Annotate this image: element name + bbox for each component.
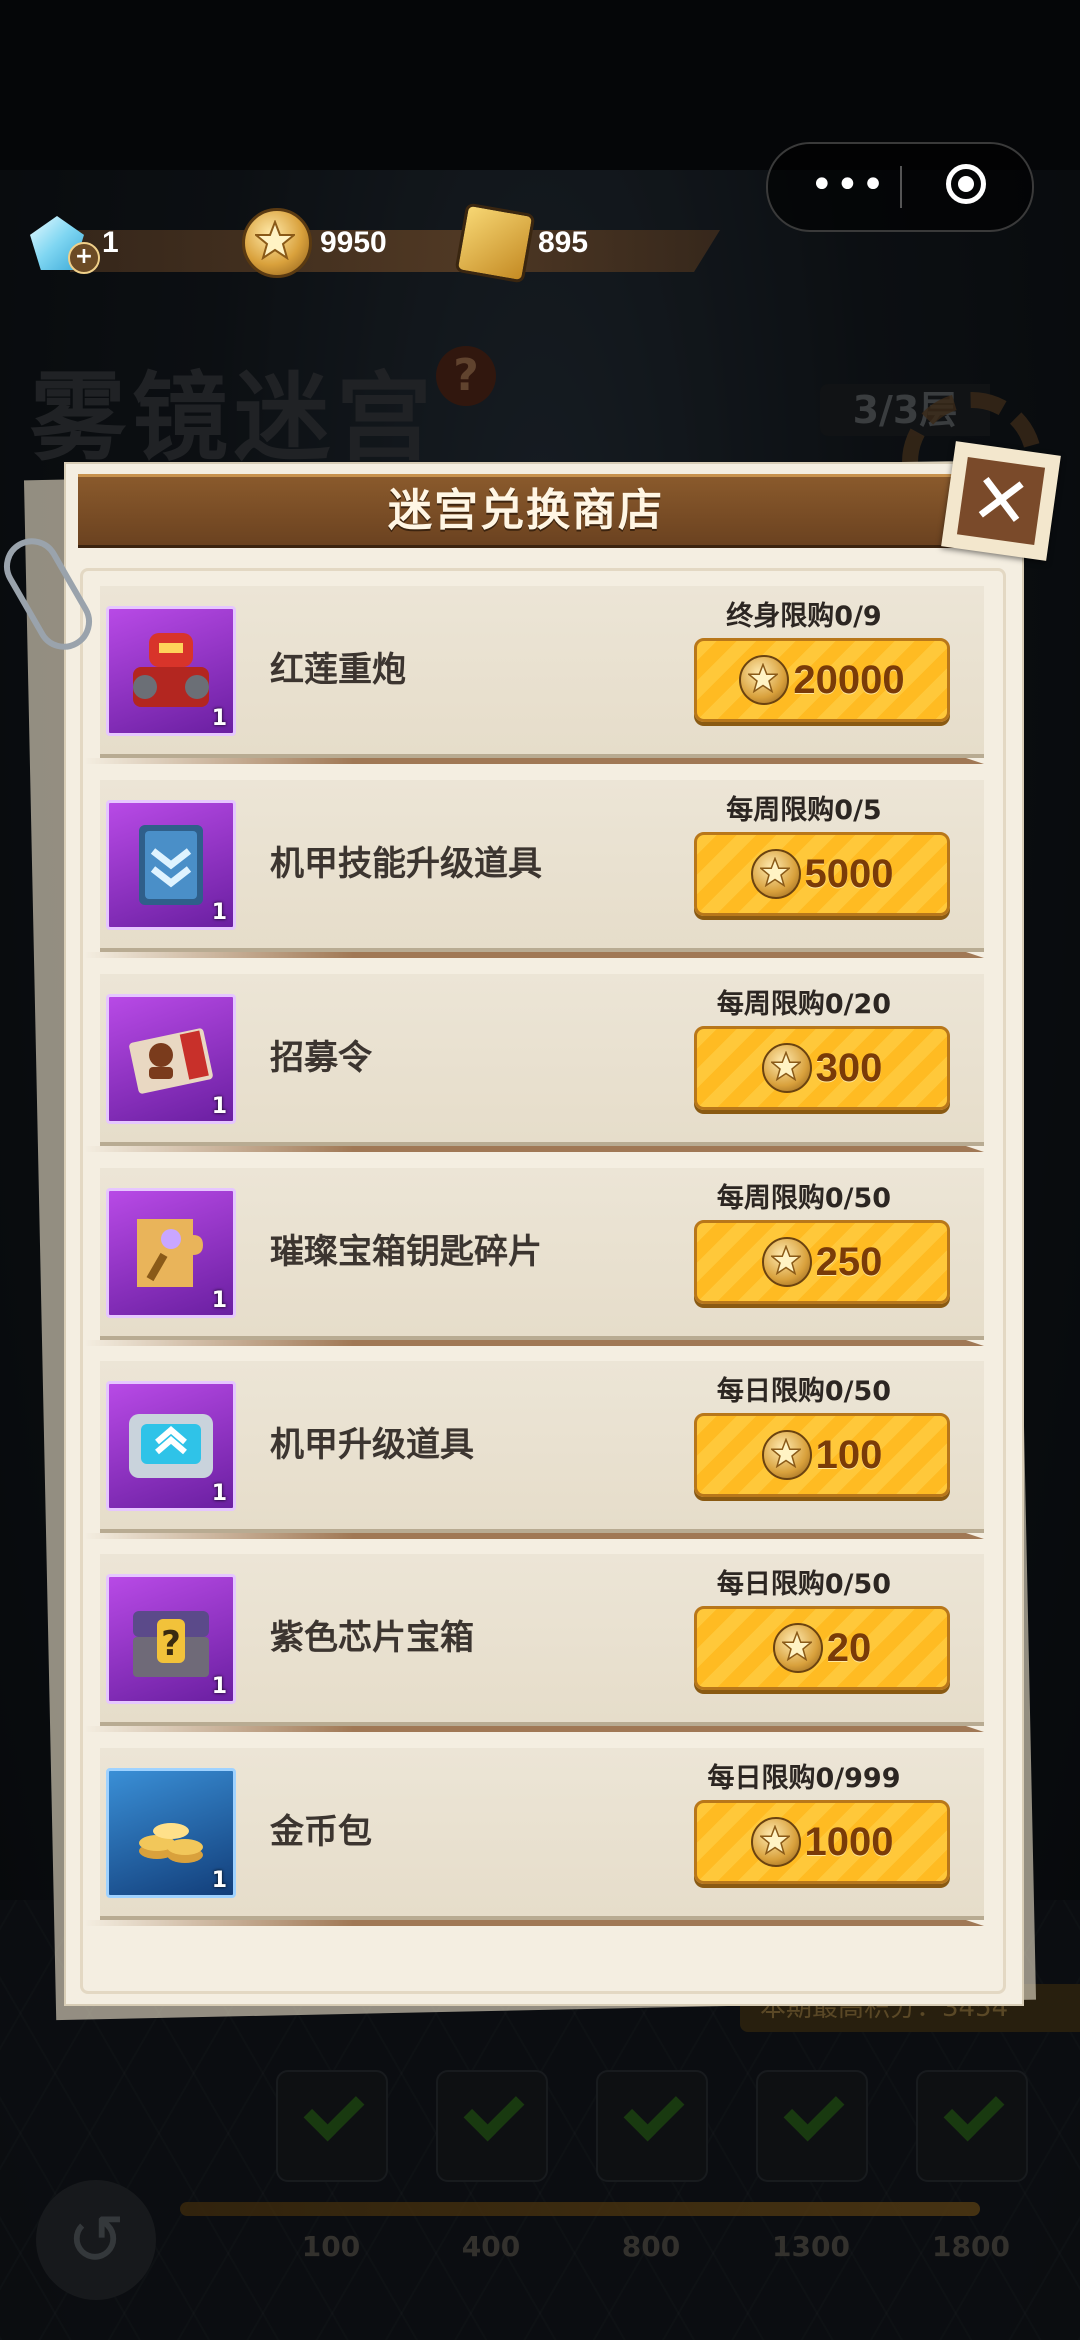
price: 250 bbox=[815, 1239, 883, 1284]
coin-pile-icon bbox=[139, 1823, 203, 1863]
star-coin-icon bbox=[772, 1623, 823, 1673]
item-quantity: 1 bbox=[211, 1674, 227, 1699]
item-name: 招募令 bbox=[270, 1038, 372, 1078]
ticket-count: 895 bbox=[538, 226, 589, 259]
item-name: 红莲重炮 bbox=[270, 650, 406, 690]
purchase-limit: 每周限购0/5 bbox=[726, 795, 882, 826]
buy-button[interactable]: 100 bbox=[694, 1413, 950, 1497]
purchase-limit: 每日限购0/999 bbox=[707, 1763, 901, 1794]
item-quantity: 1 bbox=[211, 900, 227, 925]
gold-counter: 9950 bbox=[242, 208, 387, 278]
purchase-limit: 每周限购0/50 bbox=[716, 1183, 892, 1214]
shop-title: 迷宫兑换商店 bbox=[388, 485, 664, 536]
upgrade-chip-icon bbox=[129, 1414, 213, 1478]
shop-item-row: 1 金币包 每日限购0/999 1000 bbox=[100, 1748, 984, 1916]
shop-item-row: 1 红莲重炮 终身限购0/9 20000 bbox=[100, 586, 984, 754]
buy-button[interactable]: 1000 bbox=[694, 1800, 950, 1884]
shop-item-row: 1 机甲技能升级道具 每周限购0/5 5000 bbox=[100, 780, 984, 948]
close-miniprogram-icon[interactable] bbox=[946, 164, 986, 204]
gold-count: 9950 bbox=[320, 226, 387, 259]
buy-button[interactable]: 5000 bbox=[694, 832, 950, 916]
key-fragment-icon bbox=[137, 1219, 203, 1287]
shop-item-row: 1 招募令 每周限购0/20 300 bbox=[100, 974, 984, 1142]
item-quantity: 1 bbox=[211, 1288, 227, 1313]
skill-book-icon bbox=[139, 825, 203, 905]
close-icon: ✕ bbox=[966, 456, 1036, 546]
item-quantity: 1 bbox=[211, 706, 227, 731]
item-name: 金币包 bbox=[270, 1812, 372, 1852]
recruit-ticket-icon bbox=[129, 1028, 213, 1094]
more-options-icon[interactable]: ••• bbox=[810, 165, 900, 205]
price: 5000 bbox=[804, 851, 894, 896]
item-icon-frame[interactable]: 1 bbox=[106, 994, 236, 1124]
ticket-counter: 895 bbox=[454, 202, 589, 284]
item-icon-frame[interactable]: 1 bbox=[106, 800, 236, 930]
star-coin-icon bbox=[750, 849, 801, 899]
mini-program-capsule: ••• bbox=[766, 142, 1034, 232]
star-coin-icon bbox=[242, 208, 312, 278]
buy-button[interactable]: 300 bbox=[694, 1026, 950, 1110]
gem-count: 1 bbox=[102, 226, 119, 259]
item-icon-frame[interactable]: 1 bbox=[106, 606, 236, 736]
shop-item-row: 1 机甲升级道具 每日限购0/50 100 bbox=[100, 1361, 984, 1529]
price: 1000 bbox=[804, 1819, 894, 1864]
purchase-limit: 终身限购0/9 bbox=[726, 601, 882, 632]
item-icon-frame[interactable]: 1 bbox=[106, 1188, 236, 1318]
purchase-limit: 每日限购0/50 bbox=[716, 1376, 892, 1407]
shop-item-row: ? 1 紫色芯片宝箱 每日限购0/50 20 bbox=[100, 1554, 984, 1722]
price: 100 bbox=[815, 1432, 883, 1477]
item-name: 机甲技能升级道具 bbox=[270, 844, 542, 884]
price: 20000 bbox=[793, 657, 905, 702]
item-name: 璀璨宝箱钥匙碎片 bbox=[270, 1232, 542, 1272]
price: 20 bbox=[826, 1625, 872, 1670]
purchase-limit: 每周限购0/20 bbox=[716, 989, 892, 1020]
shop-header: 迷宫兑换商店 bbox=[78, 474, 974, 548]
shop-item-row: 1 璀璨宝箱钥匙碎片 每周限购0/50 250 bbox=[100, 1168, 984, 1336]
buy-button[interactable]: 20 bbox=[694, 1606, 950, 1690]
currency-bar: + 1 9950 895 bbox=[30, 202, 720, 284]
close-button[interactable]: ✕ bbox=[941, 441, 1061, 561]
item-icon-frame[interactable]: 1 bbox=[106, 1768, 236, 1898]
star-coin-icon bbox=[739, 655, 790, 705]
star-coin-icon bbox=[761, 1237, 812, 1287]
star-coin-icon bbox=[761, 1043, 812, 1093]
item-quantity: 1 bbox=[211, 1481, 227, 1506]
item-name: 紫色芯片宝箱 bbox=[270, 1618, 474, 1658]
star-coin-icon bbox=[750, 1817, 801, 1867]
svg-text:?: ? bbox=[161, 1624, 181, 1664]
mystery-chest-icon: ? bbox=[133, 1611, 209, 1677]
purchase-limit: 每日限购0/50 bbox=[716, 1569, 892, 1600]
item-icon-frame[interactable]: ? 1 bbox=[106, 1574, 236, 1704]
star-coin-icon bbox=[761, 1430, 812, 1480]
price: 300 bbox=[815, 1045, 883, 1090]
pickaxe-ticket-icon bbox=[454, 202, 536, 284]
item-name: 机甲升级道具 bbox=[270, 1425, 474, 1465]
gem-counter[interactable]: + 1 bbox=[30, 210, 119, 276]
add-icon[interactable]: + bbox=[68, 242, 100, 274]
red-mech-icon bbox=[133, 633, 209, 707]
item-quantity: 1 bbox=[211, 1094, 227, 1119]
buy-button[interactable]: 250 bbox=[694, 1220, 950, 1304]
buy-button[interactable]: 20000 bbox=[694, 638, 950, 722]
item-icon-frame[interactable]: 1 bbox=[106, 1381, 236, 1511]
item-quantity: 1 bbox=[211, 1868, 227, 1893]
